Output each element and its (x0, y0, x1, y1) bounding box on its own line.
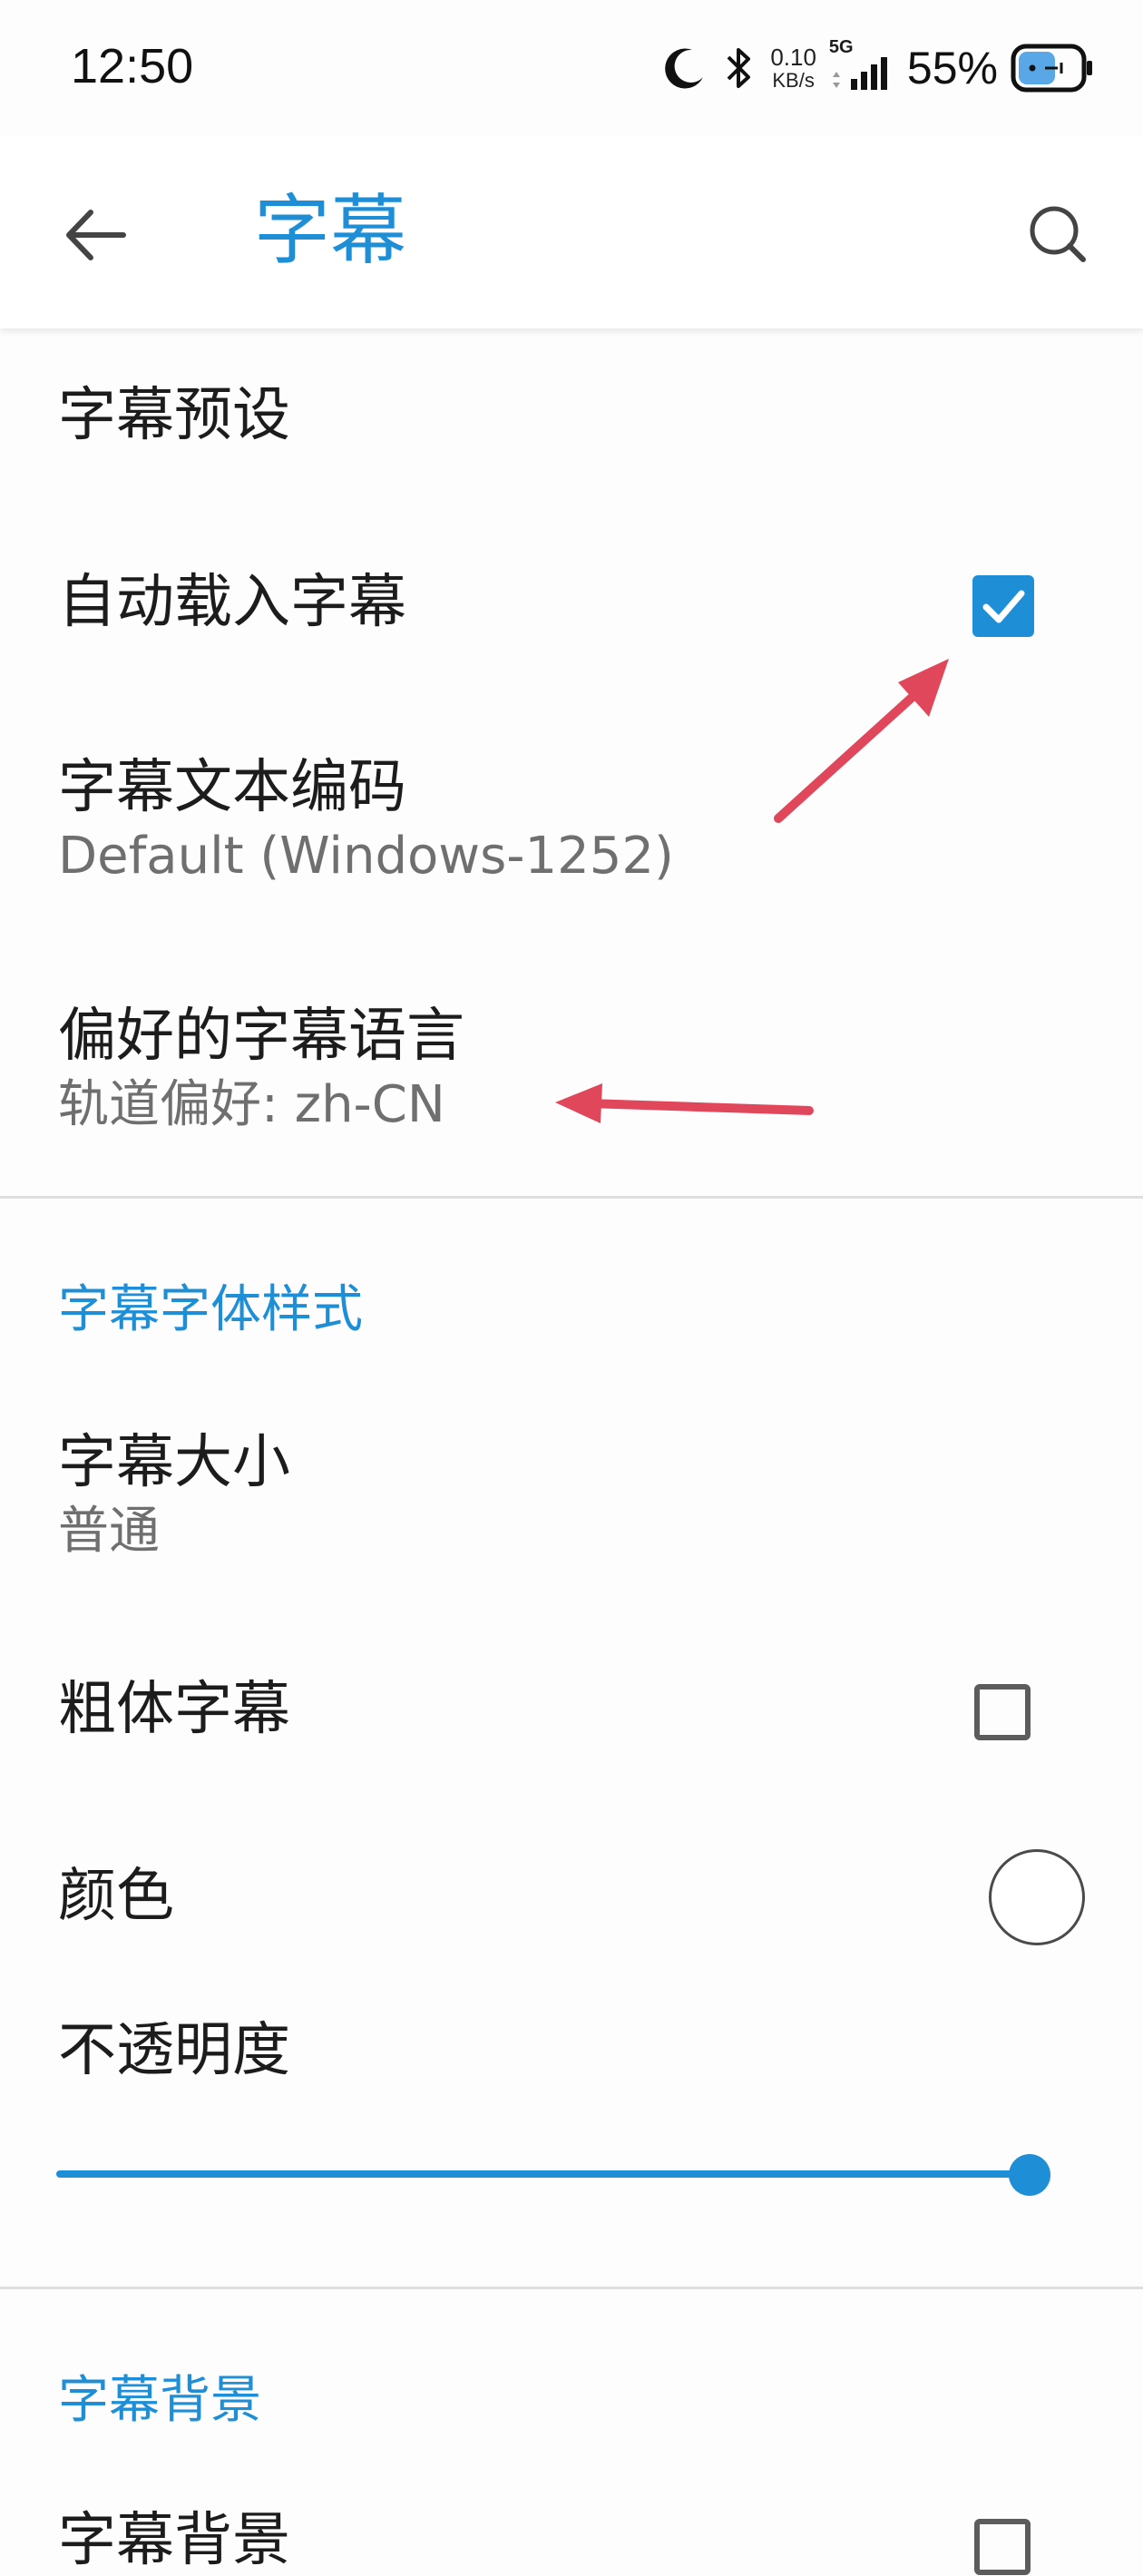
setting-title: 偏好的字幕语言 (58, 1003, 464, 1070)
auto-load-checkbox[interactable] (972, 575, 1034, 637)
opacity-slider-track[interactable] (56, 2170, 1031, 2178)
search-icon (1030, 206, 1086, 262)
search-button[interactable] (1018, 194, 1099, 276)
setting-title: 字幕大小 (58, 1429, 290, 1496)
moon-icon (665, 48, 704, 89)
net-speed-value: 0.10 (770, 44, 816, 71)
setting-title: 颜色 (58, 1863, 174, 1930)
page-title: 字幕 (254, 186, 407, 275)
check-icon (982, 590, 1025, 623)
opacity-slider-thumb[interactable] (1009, 2154, 1050, 2196)
annotation-arrow-checkbox (774, 659, 949, 823)
setting-summary: 普通 (58, 1502, 160, 1561)
setting-title: 不透明度 (58, 2017, 290, 2084)
net-speed: 0.10 KB/s (770, 45, 816, 91)
battery-percent: 55% (906, 43, 998, 93)
app-bar: 字幕 (0, 136, 1143, 328)
battery-icon (1011, 44, 1092, 93)
bluetooth-icon (727, 48, 751, 88)
bold-checkbox[interactable] (974, 1684, 1031, 1740)
color-swatch[interactable] (989, 1849, 1085, 1945)
annotation-arrow-language (555, 1083, 814, 1123)
setting-title: 粗体字幕 (58, 1676, 290, 1743)
setting-title: 字幕背景 (58, 2507, 290, 2574)
setting-title: 自动载入字幕 (58, 569, 406, 636)
divider (0, 1196, 1143, 1199)
status-bar: 12:50 0.10 KB/s 5G 55% (0, 0, 1143, 136)
net-speed-unit: KB/s (772, 69, 815, 92)
arrow-left-icon (66, 210, 126, 260)
section-header-font-style: 字幕字体样式 (58, 1280, 363, 1339)
status-time: 12:50 (71, 39, 194, 93)
section-header-background: 字幕背景 (58, 2371, 261, 2430)
background-checkbox[interactable] (974, 2519, 1031, 2575)
back-button[interactable] (54, 194, 136, 276)
status-icons: 0.10 KB/s 5G 55% (661, 36, 1094, 100)
setting-title: 字幕预设 (58, 382, 290, 449)
setting-title: 字幕文本编码 (58, 754, 406, 821)
divider (0, 2287, 1143, 2289)
setting-summary: 轨道偏好: zh-CN (58, 1075, 445, 1134)
signal-icon: 5G (829, 37, 894, 93)
setting-summary: Default (Windows-1252) (58, 827, 674, 886)
